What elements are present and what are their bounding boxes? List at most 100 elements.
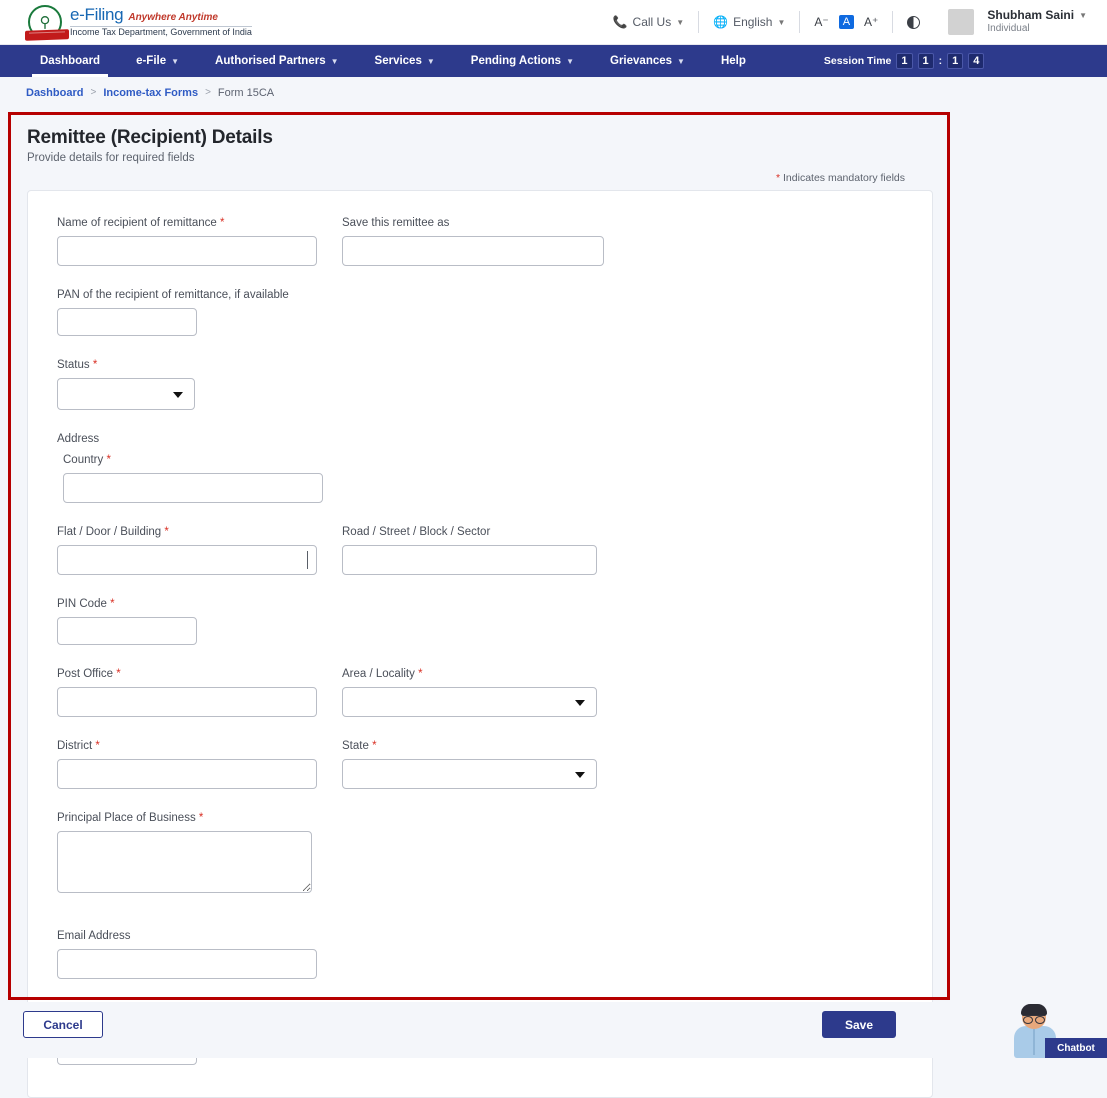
country-input[interactable] <box>63 473 323 503</box>
field-flat: Flat / Door / Building * <box>57 526 342 575</box>
font-decrease-button[interactable]: A⁻ <box>814 15 828 29</box>
nav-item-efile[interactable]: e-File ▼ <box>118 45 197 77</box>
label-name-of-recipient: Name of recipient of remittance * <box>57 217 342 229</box>
cancel-button[interactable]: Cancel <box>23 1011 103 1038</box>
brand-logo[interactable]: ⚲ e-Filing Anywhere Anytime Income Tax D… <box>28 5 252 39</box>
field-road: Road / Street / Block / Sector <box>342 526 627 575</box>
session-digit: 4 <box>968 53 984 69</box>
chatbot-widget[interactable]: Chatbot <box>1000 1000 1107 1058</box>
contrast-toggle[interactable] <box>893 16 934 29</box>
chevron-down-icon: ▼ <box>427 57 435 66</box>
footer-actions: Cancel Save <box>0 1002 1107 1058</box>
nav-label: e-File <box>136 55 166 67</box>
nav-label: Dashboard <box>40 55 100 67</box>
call-us-label: Call Us <box>633 15 672 29</box>
save-button[interactable]: Save <box>822 1011 896 1038</box>
form-row-country: Country * <box>28 454 932 526</box>
nav-item-authorised-partners[interactable]: Authorised Partners ▼ <box>197 45 356 77</box>
field-principal-place: Principal Place of Business * <box>57 812 342 893</box>
globe-icon: 🌐 <box>713 15 728 29</box>
chevron-down-icon: ▼ <box>777 18 785 27</box>
email-address-input[interactable] <box>57 949 317 979</box>
form-row-pin: PIN Code * <box>28 598 932 668</box>
label-text: PIN Code <box>57 598 107 610</box>
font-increase-button[interactable]: A⁺ <box>864 15 878 29</box>
label-text: District <box>57 740 92 752</box>
language-menu[interactable]: 🌐 English ▼ <box>699 15 799 29</box>
required-star: * <box>776 172 780 184</box>
main-navigation: Dashboard e-File ▼ Authorised Partners ▼… <box>0 45 1107 77</box>
label-text: Name of recipient of remittance <box>57 217 217 229</box>
session-colon: : <box>939 55 943 67</box>
form-row-email: Email Address <box>28 930 932 1002</box>
nav-label: Pending Actions <box>471 55 561 67</box>
india-emblem-icon: ⚲ <box>28 5 62 39</box>
page-subtitle: Provide details for required fields <box>11 149 947 164</box>
label-state: State * <box>342 740 627 752</box>
chevron-down-icon: ▼ <box>331 57 339 66</box>
nav-item-help[interactable]: Help <box>703 45 764 77</box>
district-input[interactable] <box>57 759 317 789</box>
nav-item-pending-actions[interactable]: Pending Actions ▼ <box>453 45 592 77</box>
label-text: Post Office <box>57 668 113 680</box>
required-star: * <box>116 668 120 680</box>
call-us-menu[interactable]: 📞 Call Us ▼ <box>599 15 699 29</box>
breadcrumb-item-current: Form 15CA <box>218 87 274 99</box>
area-locality-dropdown[interactable] <box>342 687 597 717</box>
field-email: Email Address <box>57 930 342 979</box>
required-star: * <box>93 359 97 371</box>
form-row-district-state: District * State * <box>28 740 932 812</box>
font-normal-button[interactable]: A <box>839 15 854 29</box>
emblem-ribbon <box>25 29 69 41</box>
nav-label: Help <box>721 55 746 67</box>
area-dropdown-wrap <box>342 687 597 717</box>
user-profile-menu[interactable]: Shubham Saini ▼ Individual <box>934 8 1091 36</box>
label-text: Area / Locality <box>342 668 415 680</box>
chatbot-label[interactable]: Chatbot <box>1045 1038 1107 1058</box>
chevron-down-icon: ▼ <box>1079 11 1087 21</box>
required-star: * <box>95 740 99 752</box>
state-dropdown[interactable] <box>342 759 597 789</box>
flat-door-building-input[interactable] <box>57 545 317 575</box>
user-role: Individual <box>987 23 1087 36</box>
form-row-name: Name of recipient of remittance * Save t… <box>28 217 932 289</box>
form-row-principal-place: Principal Place of Business * <box>28 812 932 916</box>
principal-place-of-business-textarea[interactable] <box>57 831 312 893</box>
label-flat: Flat / Door / Building * <box>57 526 342 538</box>
mandatory-fields-note: * Indicates mandatory fields <box>11 164 947 184</box>
road-street-block-sector-input[interactable] <box>342 545 597 575</box>
nav-item-grievances[interactable]: Grievances ▼ <box>592 45 703 77</box>
nav-item-services[interactable]: Services ▼ <box>357 45 453 77</box>
form-row-postoffice-area: Post Office * Area / Locality * <box>28 668 932 740</box>
pan-input[interactable] <box>57 308 197 336</box>
label-district: District * <box>57 740 342 752</box>
label-email: Email Address <box>57 930 342 942</box>
field-status: Status * <box>57 359 342 410</box>
field-state: State * <box>342 740 627 789</box>
name-of-recipient-input[interactable] <box>57 236 317 266</box>
label-road: Road / Street / Block / Sector <box>342 526 627 538</box>
user-name: Shubham Saini <box>987 8 1074 23</box>
label-pan: PAN of the recipient of remittance, if a… <box>57 289 342 301</box>
session-time-label: Session Time <box>824 55 892 67</box>
session-timer: Session Time 1 1 : 1 4 <box>824 45 985 77</box>
post-office-input[interactable] <box>57 687 317 717</box>
field-pan: PAN of the recipient of remittance, if a… <box>57 289 342 336</box>
form-row-pan: PAN of the recipient of remittance, if a… <box>28 289 932 359</box>
label-text: Principal Place of Business <box>57 812 196 824</box>
status-dropdown[interactable] <box>57 378 195 410</box>
label-status: Status * <box>57 359 342 371</box>
label-text: State <box>342 740 369 752</box>
breadcrumb-item-dashboard[interactable]: Dashboard <box>26 87 83 99</box>
pin-code-input[interactable] <box>57 617 197 645</box>
label-pin: PIN Code * <box>57 598 342 610</box>
session-digit: 1 <box>947 53 963 69</box>
field-country: Country * <box>57 454 342 503</box>
emblem-glyph: ⚲ <box>40 15 51 30</box>
language-label: English <box>733 15 772 29</box>
save-remittee-as-input[interactable] <box>342 236 604 266</box>
chevron-down-icon: ▼ <box>566 57 574 66</box>
breadcrumb-item-income-tax-forms[interactable]: Income-tax Forms <box>103 87 198 99</box>
label-text: Status <box>57 359 90 371</box>
nav-item-dashboard[interactable]: Dashboard <box>22 45 118 77</box>
